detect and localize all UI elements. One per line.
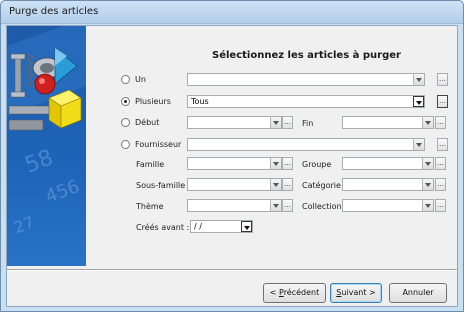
suivant-label: uivant > xyxy=(341,288,376,297)
crees-avant-label: Créés avant : xyxy=(136,223,190,232)
collection-ellipsis-icon[interactable]: … xyxy=(435,199,446,212)
precedent-button[interactable]: < Précédent xyxy=(263,283,326,303)
famille-ellipsis-icon[interactable]: … xyxy=(282,157,293,170)
theme-ellipsis-icon[interactable]: … xyxy=(282,199,293,212)
parts-illustration-icon: 58 456 27 xyxy=(7,26,86,237)
fin-label: Fin xyxy=(302,119,314,128)
chevron-down-icon[interactable] xyxy=(270,117,281,128)
crees-avant-value: / / xyxy=(194,222,202,231)
famille-label: Famille xyxy=(136,160,165,169)
categorie-label: Catégorie xyxy=(302,181,341,190)
categorie-combo[interactable] xyxy=(342,178,434,191)
radio-un[interactable] xyxy=(121,75,130,84)
dialog-window: Purge des articles 58 456 27 Sélectionne… xyxy=(0,0,464,312)
fournisseur-ellipsis-icon[interactable]: … xyxy=(437,138,448,151)
fin-combo[interactable] xyxy=(342,116,434,129)
sous-famille-label: Sous-famille xyxy=(136,181,186,190)
crees-avant-date-field[interactable]: / / xyxy=(190,220,253,233)
footer-separator xyxy=(7,269,457,271)
theme-label: Thème xyxy=(136,202,164,211)
title-bar[interactable]: Purge des articles xyxy=(1,1,463,24)
fournisseur-combo[interactable] xyxy=(187,138,425,151)
svg-text:456: 456 xyxy=(43,176,82,207)
svg-text:58: 58 xyxy=(22,145,57,178)
radio-debut[interactable] xyxy=(121,118,130,127)
precedent-prefix: < xyxy=(269,288,277,297)
radio-plusieurs-label: Plusieurs xyxy=(135,97,171,106)
precedent-label: récédent xyxy=(283,288,320,297)
banner-panel: 58 456 27 xyxy=(7,26,86,266)
chevron-down-icon[interactable] xyxy=(413,139,424,150)
radio-fournisseur-label: Fournisseur xyxy=(135,140,182,149)
chevron-down-icon[interactable] xyxy=(241,221,252,232)
plusieurs-value: Tous xyxy=(191,97,209,106)
chevron-down-icon[interactable] xyxy=(422,158,433,169)
radio-fournisseur[interactable] xyxy=(121,140,130,149)
chevron-down-icon[interactable] xyxy=(422,200,433,211)
chevron-down-icon[interactable] xyxy=(270,158,281,169)
groupe-label: Groupe xyxy=(302,160,332,169)
window-title: Purge des articles xyxy=(9,6,99,17)
chevron-down-icon[interactable] xyxy=(422,117,433,128)
plusieurs-combo[interactable]: Tous xyxy=(187,95,425,108)
chevron-down-icon[interactable] xyxy=(413,96,424,107)
radio-un-label: Un xyxy=(135,75,146,84)
annuler-button[interactable]: Annuler xyxy=(389,283,447,303)
un-combo[interactable] xyxy=(187,73,425,86)
collection-label: Collection xyxy=(302,202,342,211)
page-heading: Sélectionnez les articles à purger xyxy=(212,50,401,61)
groupe-combo[interactable] xyxy=(342,157,434,170)
chevron-down-icon[interactable] xyxy=(270,200,281,211)
un-ellipsis-icon[interactable]: … xyxy=(437,73,448,86)
famille-combo[interactable] xyxy=(187,157,282,170)
chevron-down-icon[interactable] xyxy=(270,179,281,190)
categorie-ellipsis-icon[interactable]: … xyxy=(435,178,446,191)
fin-ellipsis-icon[interactable]: … xyxy=(435,116,446,129)
chevron-down-icon[interactable] xyxy=(422,179,433,190)
theme-combo[interactable] xyxy=(187,199,282,212)
radio-debut-label: Début xyxy=(135,118,160,127)
sous-famille-ellipsis-icon[interactable]: … xyxy=(282,178,293,191)
dialog-client-area: 58 456 27 Sélectionnez les articles à pu… xyxy=(6,25,458,307)
debut-combo[interactable] xyxy=(187,116,282,129)
svg-text:27: 27 xyxy=(11,212,37,237)
radio-plusieurs[interactable] xyxy=(121,97,130,106)
debut-ellipsis-icon[interactable]: … xyxy=(282,116,293,129)
collection-combo[interactable] xyxy=(342,199,434,212)
chevron-down-icon[interactable] xyxy=(413,74,424,85)
plusieurs-ellipsis-icon[interactable]: … xyxy=(437,95,448,108)
suivant-button[interactable]: Suivant > xyxy=(330,283,382,303)
sous-famille-combo[interactable] xyxy=(187,178,282,191)
groupe-ellipsis-icon[interactable]: … xyxy=(435,157,446,170)
